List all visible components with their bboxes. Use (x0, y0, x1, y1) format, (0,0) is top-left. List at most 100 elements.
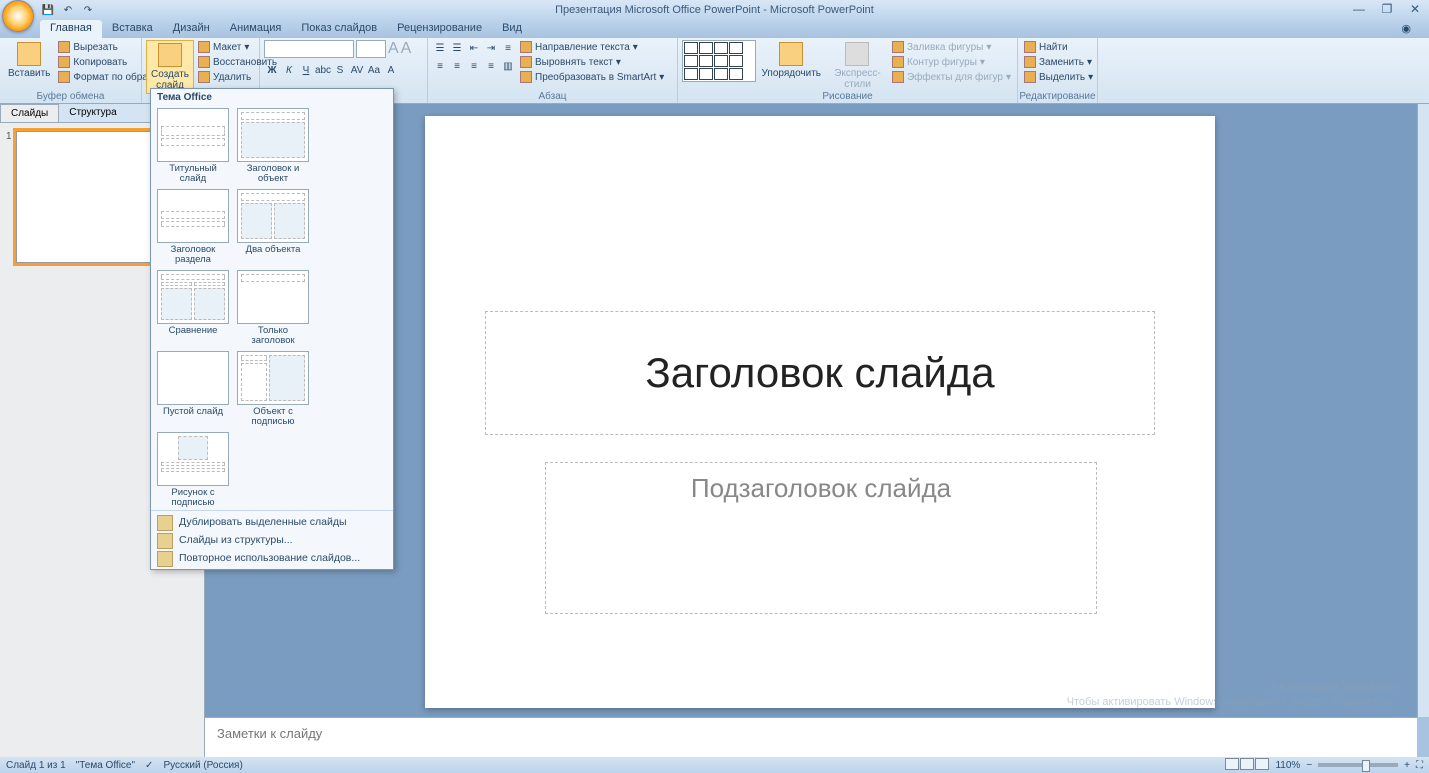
new-slide-icon (158, 43, 182, 67)
layout-blank[interactable]: Пустой слайд (155, 351, 231, 428)
styles-icon (845, 42, 869, 66)
tab-slides[interactable]: Слайды (0, 104, 59, 122)
office-button[interactable] (2, 0, 34, 32)
layout-comparison[interactable]: Сравнение (155, 270, 231, 347)
spellcheck-icon[interactable]: ✓ (145, 760, 153, 771)
bold-icon[interactable]: Ж (264, 62, 280, 78)
new-slide-button[interactable]: Создать слайд (146, 40, 194, 94)
shape-fill-button[interactable]: Заливка фигуры ▾ (890, 40, 1013, 54)
indent-icon[interactable]: ⇥ (483, 40, 499, 56)
shape-star-icon[interactable] (714, 68, 728, 80)
layout-title-only[interactable]: Только заголовок (235, 270, 311, 347)
tab-outline[interactable]: Структура (59, 104, 126, 122)
brush-icon (58, 71, 70, 83)
group-paragraph: ☰☰ ⇤⇥ ≡ ≡≡ ≡≡ ▥ Направление текста ▾ Выр… (428, 38, 678, 103)
sorter-view-icon[interactable] (1240, 758, 1254, 770)
subtitle-placeholder[interactable]: Подзаголовок слайда (545, 462, 1097, 614)
underline-icon[interactable]: Ч (298, 62, 314, 78)
shrink-font-icon[interactable]: A (401, 40, 412, 58)
shapes-gallery[interactable] (682, 40, 756, 82)
zoom-in-icon[interactable]: + (1404, 760, 1410, 771)
bullets-icon[interactable]: ☰ (432, 40, 448, 56)
shape-triangle-icon[interactable] (699, 55, 713, 67)
help-icon[interactable]: ◉ (1391, 20, 1421, 38)
slide-canvas[interactable]: Заголовок слайда Подзаголовок слайда (425, 116, 1215, 708)
window-title: Презентация Microsoft Office PowerPoint … (555, 4, 874, 16)
undo-icon[interactable]: ↶ (60, 2, 76, 18)
shape-arrow-icon[interactable] (699, 42, 713, 54)
shape-line-icon[interactable] (684, 42, 698, 54)
tab-home[interactable]: Главная (40, 20, 102, 38)
shape-ellipse-icon[interactable] (684, 55, 698, 67)
numbering-icon[interactable]: ☰ (449, 40, 465, 56)
close-button[interactable]: ✕ (1407, 2, 1423, 16)
spacing-icon[interactable]: AV (349, 62, 365, 78)
language-status[interactable]: Русский (Россия) (163, 760, 242, 771)
slides-from-outline-item[interactable]: Слайды из структуры... (151, 531, 393, 549)
tab-animation[interactable]: Анимация (220, 20, 292, 38)
group-label: Буфер обмена (0, 91, 141, 102)
smartart-button[interactable]: Преобразовать в SmartArt ▾ (518, 70, 666, 84)
layout-section-header[interactable]: Заголовок раздела (155, 189, 231, 266)
notes-pane[interactable]: Заметки к слайду (205, 717, 1417, 757)
layout-title-slide[interactable]: Титульный слайд (155, 108, 231, 185)
align-right-icon[interactable]: ≡ (466, 58, 482, 74)
shape-outline-button[interactable]: Контур фигуры ▾ (890, 55, 1013, 69)
font-color-icon[interactable]: A (383, 62, 399, 78)
layout-two-content[interactable]: Два объекта (235, 189, 311, 266)
italic-icon[interactable]: К (281, 62, 297, 78)
find-button[interactable]: Найти (1022, 40, 1095, 54)
justify-icon[interactable]: ≡ (483, 58, 499, 74)
shape-more-icon[interactable] (729, 68, 743, 80)
shape-freeform-icon[interactable] (684, 68, 698, 80)
zoom-slider[interactable] (1318, 763, 1398, 767)
paste-button[interactable]: Вставить (4, 40, 54, 81)
outdent-icon[interactable]: ⇤ (466, 40, 482, 56)
case-icon[interactable]: Aa (366, 62, 382, 78)
paste-icon (17, 42, 41, 66)
zoom-out-icon[interactable]: − (1306, 760, 1312, 771)
linespacing-icon[interactable]: ≡ (500, 40, 516, 56)
tab-view[interactable]: Вид (492, 20, 532, 38)
arrange-button[interactable]: Упорядочить (758, 40, 826, 81)
redo-icon[interactable]: ↷ (80, 2, 96, 18)
align-text-button[interactable]: Выровнять текст ▾ (518, 55, 666, 69)
shape-curve-icon[interactable] (729, 55, 743, 67)
duplicate-slides-item[interactable]: Дублировать выделенные слайды (151, 513, 393, 531)
select-button[interactable]: Выделить ▾ (1022, 70, 1095, 84)
reuse-slides-item[interactable]: Повторное использование слайдов... (151, 549, 393, 567)
minimize-button[interactable]: — (1351, 2, 1367, 16)
save-icon[interactable]: 💾 (40, 2, 56, 18)
layout-picture-caption[interactable]: Рисунок с подписью (155, 432, 231, 509)
title-placeholder[interactable]: Заголовок слайда (485, 311, 1155, 435)
columns-icon[interactable]: ▥ (500, 58, 516, 74)
quick-styles-button[interactable]: Экспресс-стили (827, 40, 888, 92)
tab-review[interactable]: Рецензирование (387, 20, 492, 38)
strike-icon[interactable]: abc (315, 62, 331, 78)
shape-callout-icon[interactable] (699, 68, 713, 80)
tab-insert[interactable]: Вставка (102, 20, 163, 38)
text-direction-button[interactable]: Направление текста ▾ (518, 40, 666, 54)
align-left-icon[interactable]: ≡ (432, 58, 448, 74)
shape-effects-button[interactable]: Эффекты для фигур ▾ (890, 70, 1013, 84)
align-center-icon[interactable]: ≡ (449, 58, 465, 74)
shape-connector-icon[interactable] (714, 55, 728, 67)
vertical-scrollbar[interactable] (1417, 104, 1429, 717)
shape-rect-icon[interactable] (714, 42, 728, 54)
shape-roundrect-icon[interactable] (729, 42, 743, 54)
layout-content-caption[interactable]: Объект с подписью (235, 351, 311, 428)
replace-button[interactable]: Заменить ▾ (1022, 55, 1095, 69)
font-size-combo[interactable] (356, 40, 386, 58)
tab-design[interactable]: Дизайн (163, 20, 220, 38)
normal-view-icon[interactable] (1225, 758, 1239, 770)
grow-font-icon[interactable]: A (388, 40, 399, 58)
shadow-icon[interactable]: S (332, 62, 348, 78)
layout-title-content[interactable]: Заголовок и объект (235, 108, 311, 185)
slideshow-view-icon[interactable] (1255, 758, 1269, 770)
font-family-combo[interactable] (264, 40, 354, 58)
zoom-level[interactable]: 110% (1275, 760, 1300, 771)
select-label: Выделить (1039, 72, 1085, 83)
tab-slideshow[interactable]: Показ слайдов (291, 20, 387, 38)
maximize-button[interactable]: ❐ (1379, 2, 1395, 16)
fit-window-icon[interactable]: ⛶ (1416, 760, 1423, 771)
